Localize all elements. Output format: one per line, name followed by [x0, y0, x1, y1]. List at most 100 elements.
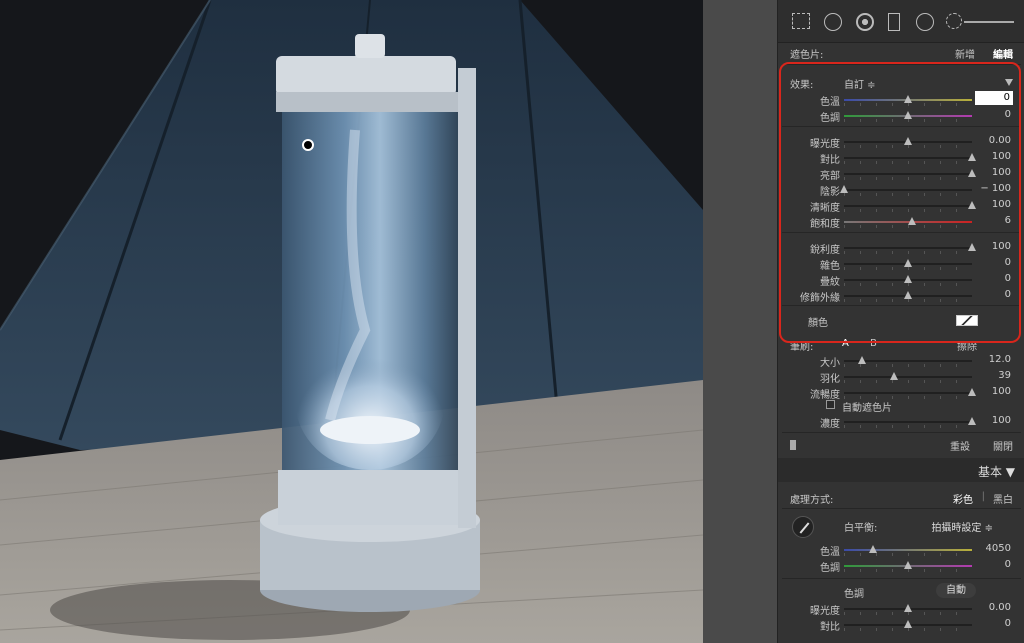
slider-track[interactable] [844, 173, 972, 175]
slider-value[interactable]: 0 [1005, 289, 1011, 300]
slider-ticks [844, 119, 972, 122]
slider-thumb[interactable] [904, 259, 912, 267]
slider-thumb[interactable] [968, 201, 976, 209]
slider-track[interactable] [844, 549, 972, 551]
brush-b-tab[interactable]: B [870, 338, 877, 349]
photo-preview[interactable] [0, 0, 703, 643]
slider-value[interactable]: 12.0 [989, 354, 1011, 365]
slider-label: 修飾外緣 [800, 293, 840, 304]
slider-value[interactable]: 4050 [986, 543, 1011, 554]
slider-label: 色調 [820, 113, 840, 124]
slider-value[interactable]: 100 [992, 167, 1011, 178]
slider-value[interactable]: 0 [1005, 559, 1011, 570]
slider-thumb[interactable] [904, 95, 912, 103]
slider-track[interactable] [844, 189, 972, 191]
reset-button[interactable]: 重設 [950, 438, 970, 453]
slider-value[interactable]: 100 [992, 151, 1011, 162]
slider-value[interactable]: 0 [1005, 618, 1011, 629]
close-button[interactable]: 關閉 [993, 438, 1013, 453]
slider-thumb[interactable] [968, 243, 976, 251]
slider-row: 色溫 0 [778, 91, 1024, 108]
slider-label: 陰影 [820, 187, 840, 198]
adjustment-brush-icon[interactable] [946, 13, 962, 29]
slider-value[interactable]: 6 [1005, 215, 1011, 226]
slider-value-input[interactable]: 0 [975, 91, 1013, 105]
slider-track[interactable] [844, 421, 972, 423]
radial-filter-icon[interactable] [916, 13, 934, 31]
slider-ticks [844, 193, 972, 196]
slider-ticks [844, 628, 972, 631]
develop-right-panel: 遮色片: 新增 編輯 效果: 自訂 ≑ 色溫 0 色調 0 曝光度 0.00 對比 100 亮… [777, 0, 1024, 643]
slider-thumb[interactable] [968, 169, 976, 177]
brush-a-tab[interactable]: A [842, 338, 849, 349]
slider-ticks [844, 553, 972, 556]
slider-row: 疊紋 0 [778, 272, 1024, 288]
white-balance-eyedropper-icon[interactable] [792, 516, 814, 538]
slider-thumb[interactable] [904, 561, 912, 569]
slider-value[interactable]: 0 [1005, 257, 1011, 268]
slider-thumb[interactable] [857, 356, 866, 364]
slider-row: 色溫 4050 [778, 542, 1024, 558]
slider-thumb[interactable] [904, 291, 912, 299]
effect-preset-select[interactable]: 自訂 ≑ [844, 76, 876, 91]
slider-thumb[interactable] [889, 372, 898, 380]
treatment-bw-option[interactable]: 黑白 [993, 491, 1013, 506]
slider-thumb[interactable] [907, 217, 916, 225]
slider-thumb[interactable] [869, 545, 878, 553]
auto-tone-button[interactable]: 自動 [936, 583, 976, 598]
slider-thumb[interactable] [904, 275, 912, 283]
slider-value[interactable]: 100 [992, 386, 1011, 397]
slider-value[interactable]: 100 [992, 415, 1011, 426]
color-label: 顏色 [808, 318, 828, 329]
color-swatch[interactable] [956, 315, 978, 326]
slider-thumb[interactable] [968, 417, 976, 425]
basic-panel-header[interactable]: 基本 ▼ [778, 458, 1024, 482]
slider-row: 飽和度 6 [778, 214, 1024, 230]
wb-select[interactable]: 拍攝時設定 ≑ [931, 519, 993, 534]
slider-value[interactable]: 100 [992, 199, 1011, 210]
slider-thumb[interactable] [968, 388, 976, 396]
spot-removal-icon[interactable] [824, 13, 842, 31]
slider-label: 飽和度 [810, 219, 840, 230]
graduated-filter-icon[interactable] [888, 13, 900, 31]
slider-ticks [844, 364, 972, 367]
toggle-switch-icon[interactable] [790, 440, 796, 450]
slider-value[interactable]: 39 [998, 370, 1011, 381]
slider-value[interactable]: − 100 [980, 183, 1011, 194]
treatment-color-option[interactable]: 彩色 [953, 491, 973, 506]
slider-value[interactable]: 0.00 [989, 135, 1011, 146]
slider-track[interactable] [844, 205, 972, 207]
slider-value[interactable]: 0 [1005, 273, 1011, 284]
slider-thumb[interactable] [904, 604, 912, 612]
mask-edit-button[interactable]: 編輯 [993, 46, 1013, 61]
slider-row: 修飾外緣 0 [778, 288, 1024, 304]
slider-thumb[interactable] [904, 620, 912, 628]
slider-thumb[interactable] [904, 137, 912, 145]
slider-thumb[interactable] [904, 111, 912, 119]
slider-thumb[interactable] [968, 153, 976, 161]
slider-ticks [844, 380, 972, 383]
slider-value[interactable]: 100 [992, 241, 1011, 252]
slider-thumb[interactable] [840, 185, 848, 193]
slider-value[interactable]: 0.00 [989, 602, 1011, 613]
crop-icon[interactable] [792, 13, 810, 29]
slider-track[interactable] [844, 392, 972, 394]
slider-track[interactable] [844, 376, 972, 378]
slider-ticks [844, 225, 972, 228]
brush-label: 筆刷: [790, 342, 814, 353]
effect-collapse-icon[interactable] [1005, 79, 1013, 86]
slider-row: 色調 0 [778, 558, 1024, 574]
mask-new-button[interactable]: 新增 [955, 46, 975, 61]
brush-erase-tab[interactable]: 擦除 [957, 338, 977, 353]
photo-canvas [0, 0, 703, 643]
redeye-icon[interactable] [856, 13, 874, 31]
slider-ticks [844, 209, 972, 212]
slider-value[interactable]: 0 [1005, 109, 1011, 120]
brush-size-slider[interactable] [964, 21, 1014, 23]
slider-label: 對比 [820, 155, 840, 166]
slider-track[interactable] [844, 157, 972, 159]
slider-ticks [844, 612, 972, 615]
auto-mask-checkbox[interactable] [826, 400, 835, 409]
slider-track[interactable] [844, 247, 972, 249]
slider-ticks [844, 161, 972, 164]
